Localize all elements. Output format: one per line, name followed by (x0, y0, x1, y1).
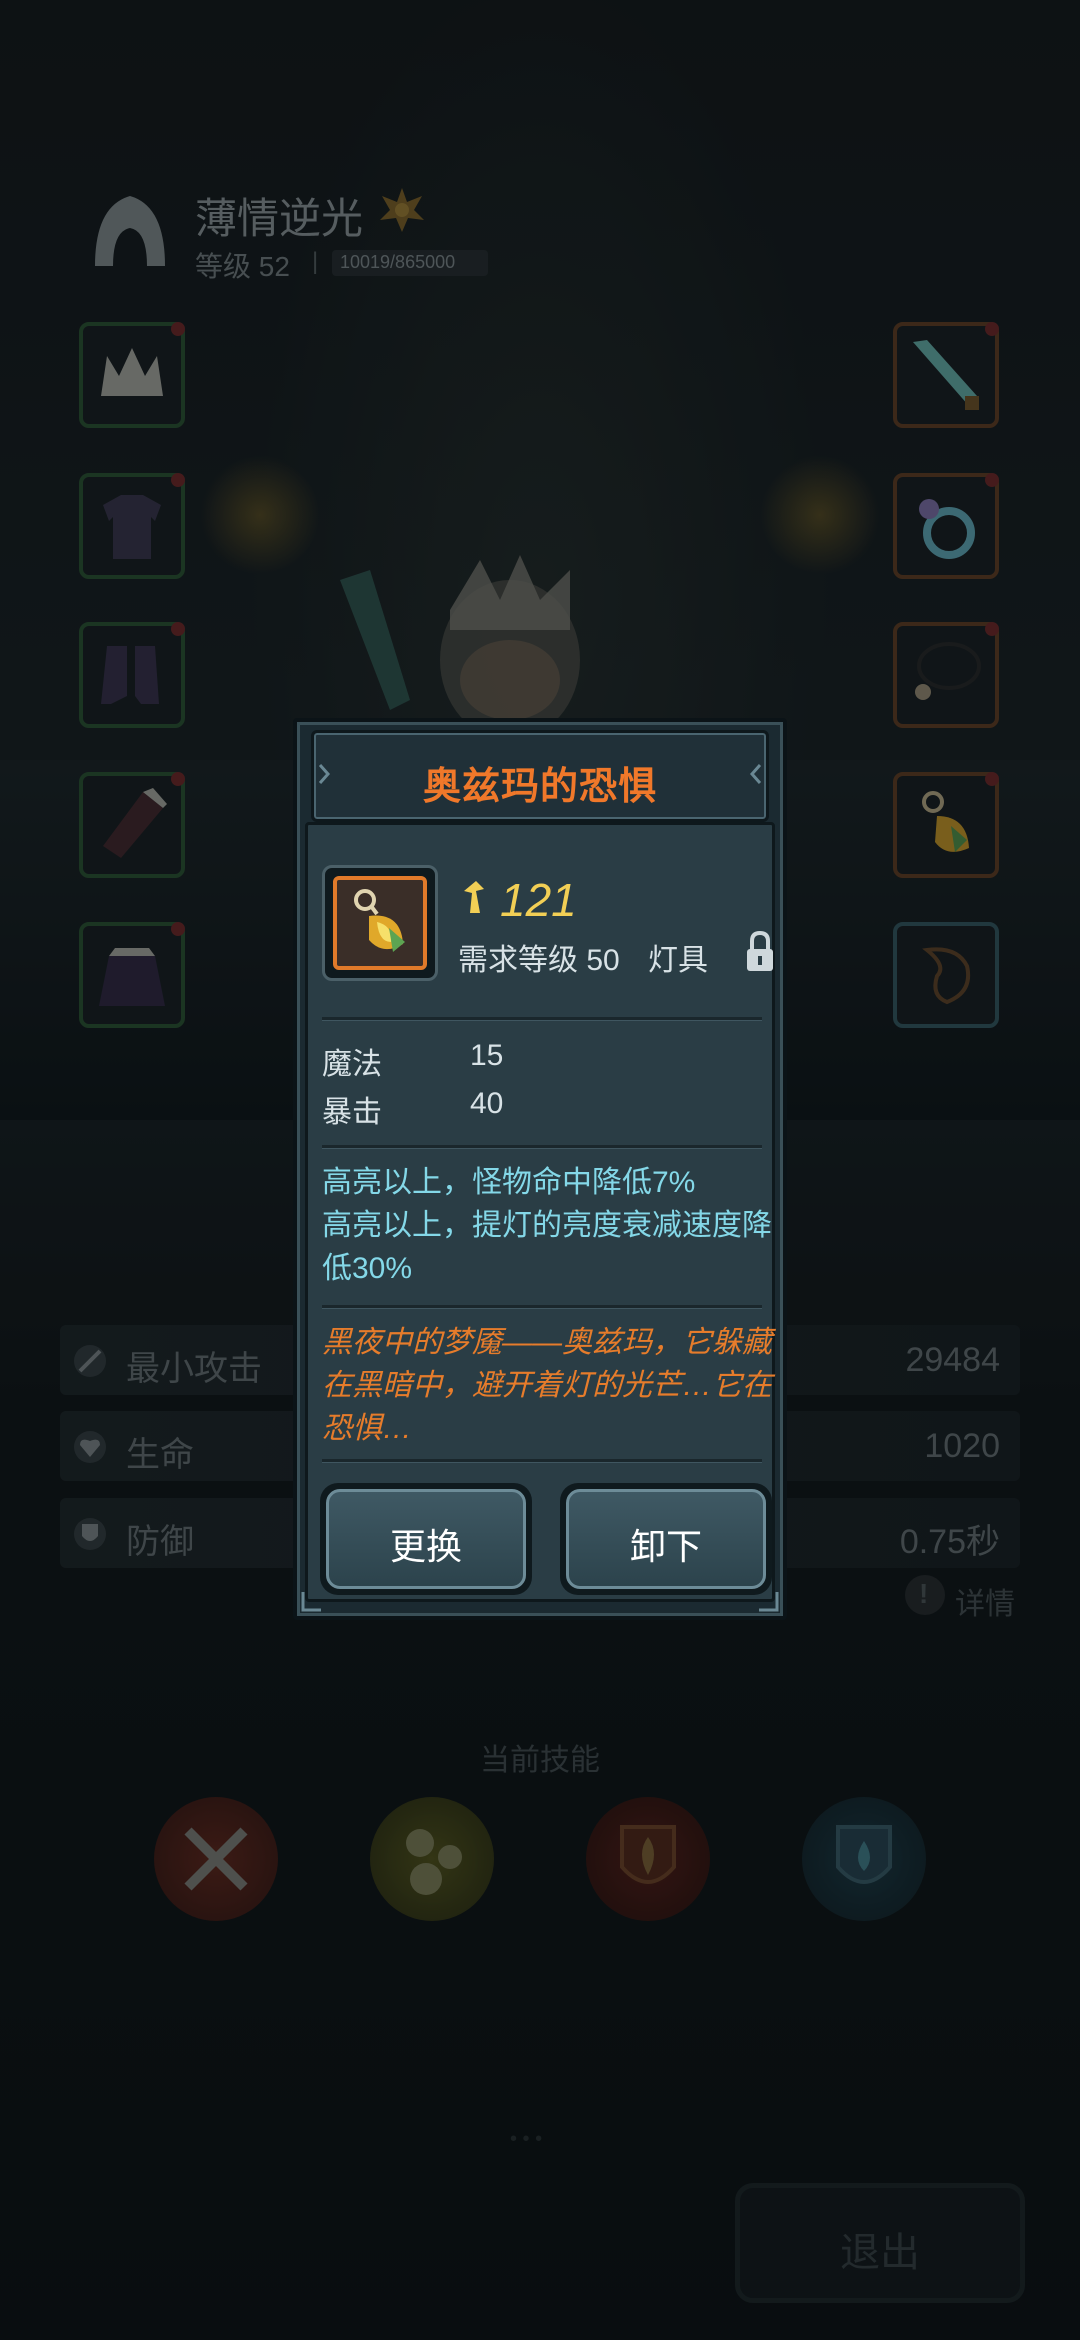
attribute-value: 40 (470, 1087, 504, 1120)
item-title: 奥兹玛的恐惧 (422, 766, 657, 808)
replace-label: 更换 (389, 1526, 462, 1567)
replace-button-face: 更换 (326, 1489, 526, 1589)
effect-text: 高亮以上，提灯的亮度衰减速度降低30% (322, 1209, 772, 1285)
attribute-name: 暴击 (322, 1096, 382, 1129)
lamp-item-icon (354, 889, 405, 952)
divider (322, 1017, 762, 1021)
unequip-button-face: 卸下 (566, 1489, 766, 1589)
modal-body: 121 需求等级 50 灯具 魔法 15 暴击 40 高亮以上，怪物命中降低7%… (305, 822, 775, 1602)
required-level: 需求等级 50 (458, 944, 620, 977)
attribute-value: 15 (470, 1039, 504, 1072)
item-icon-frame (322, 865, 438, 981)
corner-ornament-icon (301, 1592, 321, 1612)
replace-button[interactable]: 更换 (320, 1483, 532, 1595)
divider (322, 1459, 762, 1463)
unequip-button[interactable]: 卸下 (560, 1483, 772, 1595)
power-icon (464, 881, 484, 913)
attribute-name: 魔法 (322, 1048, 382, 1081)
item-icon-inner (333, 876, 427, 970)
unequip-label: 卸下 (629, 1526, 702, 1567)
divider (322, 1305, 762, 1309)
modal-header: 奥兹玛的恐惧 (311, 730, 769, 822)
lore-text: 黑夜中的梦魇——奥兹玛，它躲藏在黑暗中，避开着灯的光芒…它在恐惧… (322, 1326, 772, 1445)
divider (322, 1145, 762, 1149)
item-power: 121 (500, 874, 577, 926)
lock-icon[interactable] (744, 929, 776, 975)
corner-ornament-icon (759, 1592, 779, 1612)
effect-text: 高亮以上，怪物命中降低7% (322, 1166, 696, 1199)
item-type: 灯具 (648, 944, 708, 977)
corner-ornament-icon (749, 764, 762, 784)
item-detail-modal: 奥兹玛的恐惧 121 需求等级 50 灯具 魔法 15 暴击 40 高亮以上，怪… (293, 718, 787, 1620)
